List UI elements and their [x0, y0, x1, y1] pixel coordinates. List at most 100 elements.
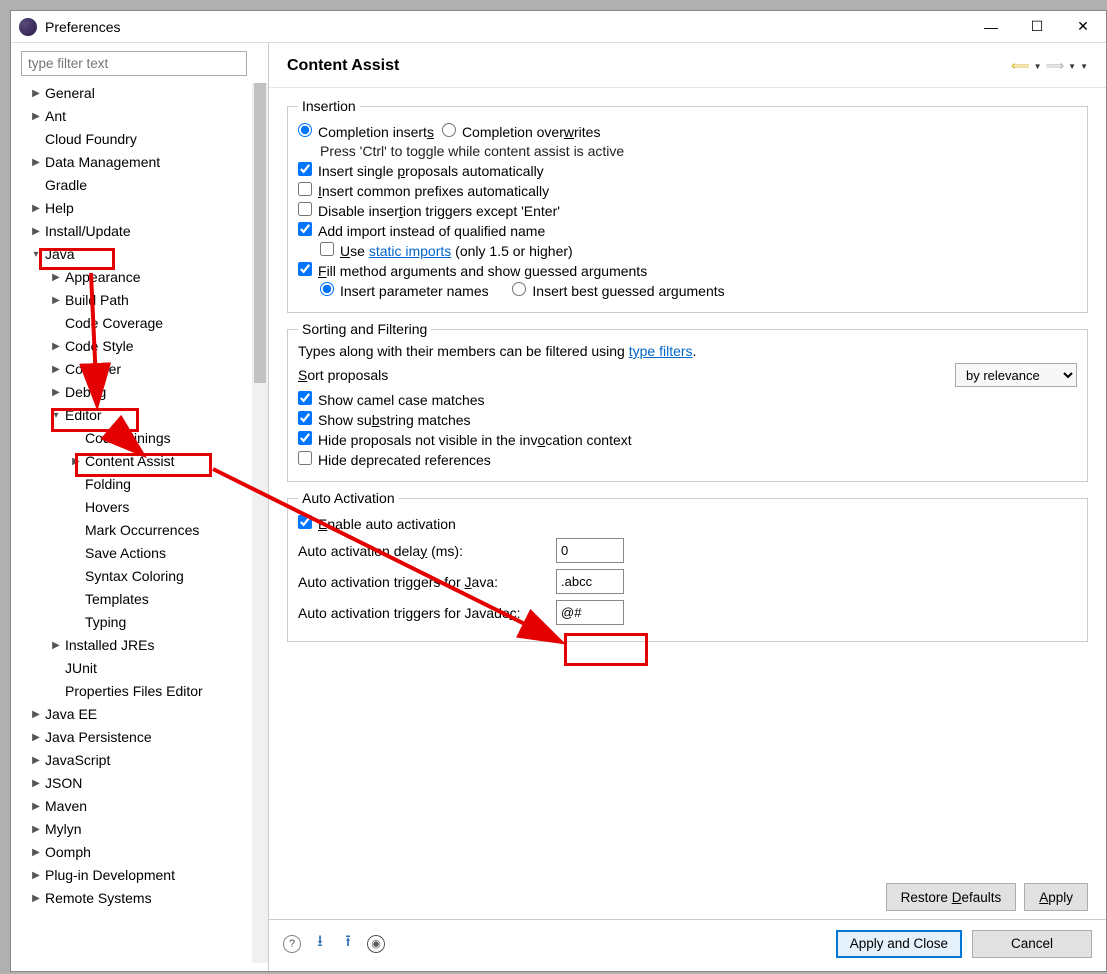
tree-item-mylyn[interactable]: ▶Mylyn: [21, 818, 266, 841]
tree-item-compiler[interactable]: ▶Compiler: [21, 358, 266, 381]
tree-item-code-minings[interactable]: Code Minings: [21, 427, 266, 450]
window-title: Preferences: [45, 19, 968, 35]
maximize-button[interactable]: ☐: [1014, 11, 1060, 43]
restore-defaults-button[interactable]: Restore Defaults: [886, 883, 1017, 911]
cancel-button[interactable]: Cancel: [972, 930, 1092, 958]
sorting-legend: Sorting and Filtering: [298, 321, 431, 337]
insertion-group: Insertion Completion inserts Completion …: [287, 98, 1088, 313]
tree-item-data-management[interactable]: ▶Data Management: [21, 151, 266, 174]
apply-button[interactable]: Apply: [1024, 883, 1088, 911]
fill-method-checkbox[interactable]: Fill method arguments and show guessed a…: [298, 262, 647, 279]
completion-inserts-radio[interactable]: Completion inserts: [298, 123, 434, 140]
insert-best-guessed-radio[interactable]: Insert best guessed arguments: [512, 282, 724, 299]
tree-item-java-ee[interactable]: ▶Java EE: [21, 703, 266, 726]
tree-item-oomph[interactable]: ▶Oomph: [21, 841, 266, 864]
java-triggers-label: Auto activation triggers for Java:: [298, 574, 556, 590]
toggle-hint: Press 'Ctrl' to toggle while content ass…: [320, 143, 1077, 159]
disable-triggers-checkbox[interactable]: Disable insertion triggers except 'Enter…: [298, 202, 560, 219]
filter-input[interactable]: [21, 51, 247, 76]
tree-item-properties-files-editor[interactable]: Properties Files Editor: [21, 680, 266, 703]
delay-label: Auto activation delay (ms):: [298, 543, 556, 559]
import-icon[interactable]: ⭳: [311, 935, 329, 953]
forward-dropdown-icon[interactable]: ▼: [1068, 62, 1076, 71]
page-title: Content Assist: [287, 57, 1011, 75]
tree-item-install-update[interactable]: ▶Install/Update: [21, 220, 266, 243]
use-static-imports-checkbox[interactable]: Use static imports (only 1.5 or higher): [320, 242, 573, 259]
dialog-footer: ? ⭳ ⭱ ◉ Apply and Close Cancel: [269, 919, 1106, 971]
auto-activation-legend: Auto Activation: [298, 490, 399, 506]
titlebar: Preferences — ☐ ✕: [11, 11, 1106, 43]
tree-item-plugin-development[interactable]: ▶Plug-in Development: [21, 864, 266, 887]
tree-item-cloud-foundry[interactable]: Cloud Foundry: [21, 128, 266, 151]
tree-scrollbar[interactable]: [252, 83, 268, 963]
page-buttons: Restore Defaults Apply: [269, 875, 1106, 919]
tree-item-gradle[interactable]: Gradle: [21, 174, 266, 197]
substring-checkbox[interactable]: Show substring matches: [298, 411, 471, 428]
insert-common-checkbox[interactable]: Insert common prefixes automatically: [298, 182, 549, 199]
javadoc-triggers-input[interactable]: [556, 600, 624, 625]
export-icon[interactable]: ⭱: [339, 935, 357, 953]
hide-deprecated-checkbox[interactable]: Hide deprecated references: [298, 451, 491, 468]
preferences-window: Preferences — ☐ ✕ ▶General ▶Ant Cloud Fo…: [10, 10, 1107, 972]
insertion-legend: Insertion: [298, 98, 360, 114]
content-area: Insertion Completion inserts Completion …: [269, 88, 1106, 875]
close-button[interactable]: ✕: [1060, 11, 1106, 43]
hide-not-visible-checkbox[interactable]: Hide proposals not visible in the invoca…: [298, 431, 632, 448]
tree-item-syntax-coloring[interactable]: Syntax Coloring: [21, 565, 266, 588]
tree-item-json[interactable]: ▶JSON: [21, 772, 266, 795]
tree-item-typing[interactable]: Typing: [21, 611, 266, 634]
tree-item-ant[interactable]: ▶Ant: [21, 105, 266, 128]
tree-item-mark-occurrences[interactable]: Mark Occurrences: [21, 519, 266, 542]
static-imports-link[interactable]: static imports: [369, 243, 451, 259]
main-panel: Content Assist ⟸▼ ⟹▼ ▼ Insertion Complet…: [269, 43, 1106, 971]
preferences-tree[interactable]: ▶General ▶Ant Cloud Foundry ▶Data Manage…: [21, 82, 266, 910]
eclipse-icon: [19, 18, 37, 36]
tree-item-debug[interactable]: ▶Debug: [21, 381, 266, 404]
add-import-checkbox[interactable]: Add import instead of qualified name: [298, 222, 545, 239]
tree-item-junit[interactable]: JUnit: [21, 657, 266, 680]
tree-item-save-actions[interactable]: Save Actions: [21, 542, 266, 565]
tree-item-templates[interactable]: Templates: [21, 588, 266, 611]
forward-icon[interactable]: ⟹: [1046, 58, 1065, 74]
tree-item-remote-systems[interactable]: ▶Remote Systems: [21, 887, 266, 910]
tree-item-java[interactable]: ▾Java: [21, 243, 266, 266]
type-filters-link[interactable]: type filters: [629, 343, 693, 359]
sort-proposals-select[interactable]: by relevance: [955, 363, 1077, 387]
page-header: Content Assist ⟸▼ ⟹▼ ▼: [269, 43, 1106, 88]
record-icon[interactable]: ◉: [367, 935, 385, 953]
tree-item-folding[interactable]: Folding: [21, 473, 266, 496]
tree-item-appearance[interactable]: ▶Appearance: [21, 266, 266, 289]
tree-item-build-path[interactable]: ▶Build Path: [21, 289, 266, 312]
tree-item-installed-jres[interactable]: ▶Installed JREs: [21, 634, 266, 657]
tree-item-hovers[interactable]: Hovers: [21, 496, 266, 519]
camel-case-checkbox[interactable]: Show camel case matches: [298, 391, 485, 408]
sort-proposals-label: Sort proposals: [298, 367, 388, 383]
insert-single-checkbox[interactable]: Insert single proposals automatically: [298, 162, 544, 179]
enable-auto-activation-checkbox[interactable]: Enable auto activation: [298, 515, 456, 532]
tree-item-editor[interactable]: ▾Editor: [21, 404, 266, 427]
javadoc-triggers-label: Auto activation triggers for Javadoc:: [298, 605, 556, 621]
sorting-group: Sorting and Filtering Types along with t…: [287, 321, 1088, 482]
tree-item-maven[interactable]: ▶Maven: [21, 795, 266, 818]
tree-item-code-coverage[interactable]: Code Coverage: [21, 312, 266, 335]
tree-item-help[interactable]: ▶Help: [21, 197, 266, 220]
insert-parameter-names-radio[interactable]: Insert parameter names: [320, 282, 489, 299]
completion-overwrites-radio[interactable]: Completion overwrites: [442, 123, 601, 140]
java-triggers-input[interactable]: [556, 569, 624, 594]
menu-dropdown-icon[interactable]: ▼: [1080, 62, 1088, 71]
tree-item-javascript[interactable]: ▶JavaScript: [21, 749, 266, 772]
tree-item-java-persistence[interactable]: ▶Java Persistence: [21, 726, 266, 749]
minimize-button[interactable]: —: [968, 11, 1014, 43]
tree-item-general[interactable]: ▶General: [21, 82, 266, 105]
help-icon[interactable]: ?: [283, 935, 301, 953]
back-dropdown-icon[interactable]: ▼: [1034, 62, 1042, 71]
auto-activation-group: Auto Activation Enable auto activation A…: [287, 490, 1088, 642]
scroll-thumb[interactable]: [254, 83, 266, 383]
back-icon[interactable]: ⟸: [1011, 58, 1030, 74]
delay-input[interactable]: [556, 538, 624, 563]
tree-item-code-style[interactable]: ▶Code Style: [21, 335, 266, 358]
tree-item-content-assist[interactable]: ▶Content Assist: [21, 450, 266, 473]
nav-arrows: ⟸▼ ⟹▼ ▼: [1011, 58, 1088, 74]
apply-and-close-button[interactable]: Apply and Close: [836, 930, 962, 958]
typefilters-text: Types along with their members can be fi…: [298, 343, 1077, 359]
